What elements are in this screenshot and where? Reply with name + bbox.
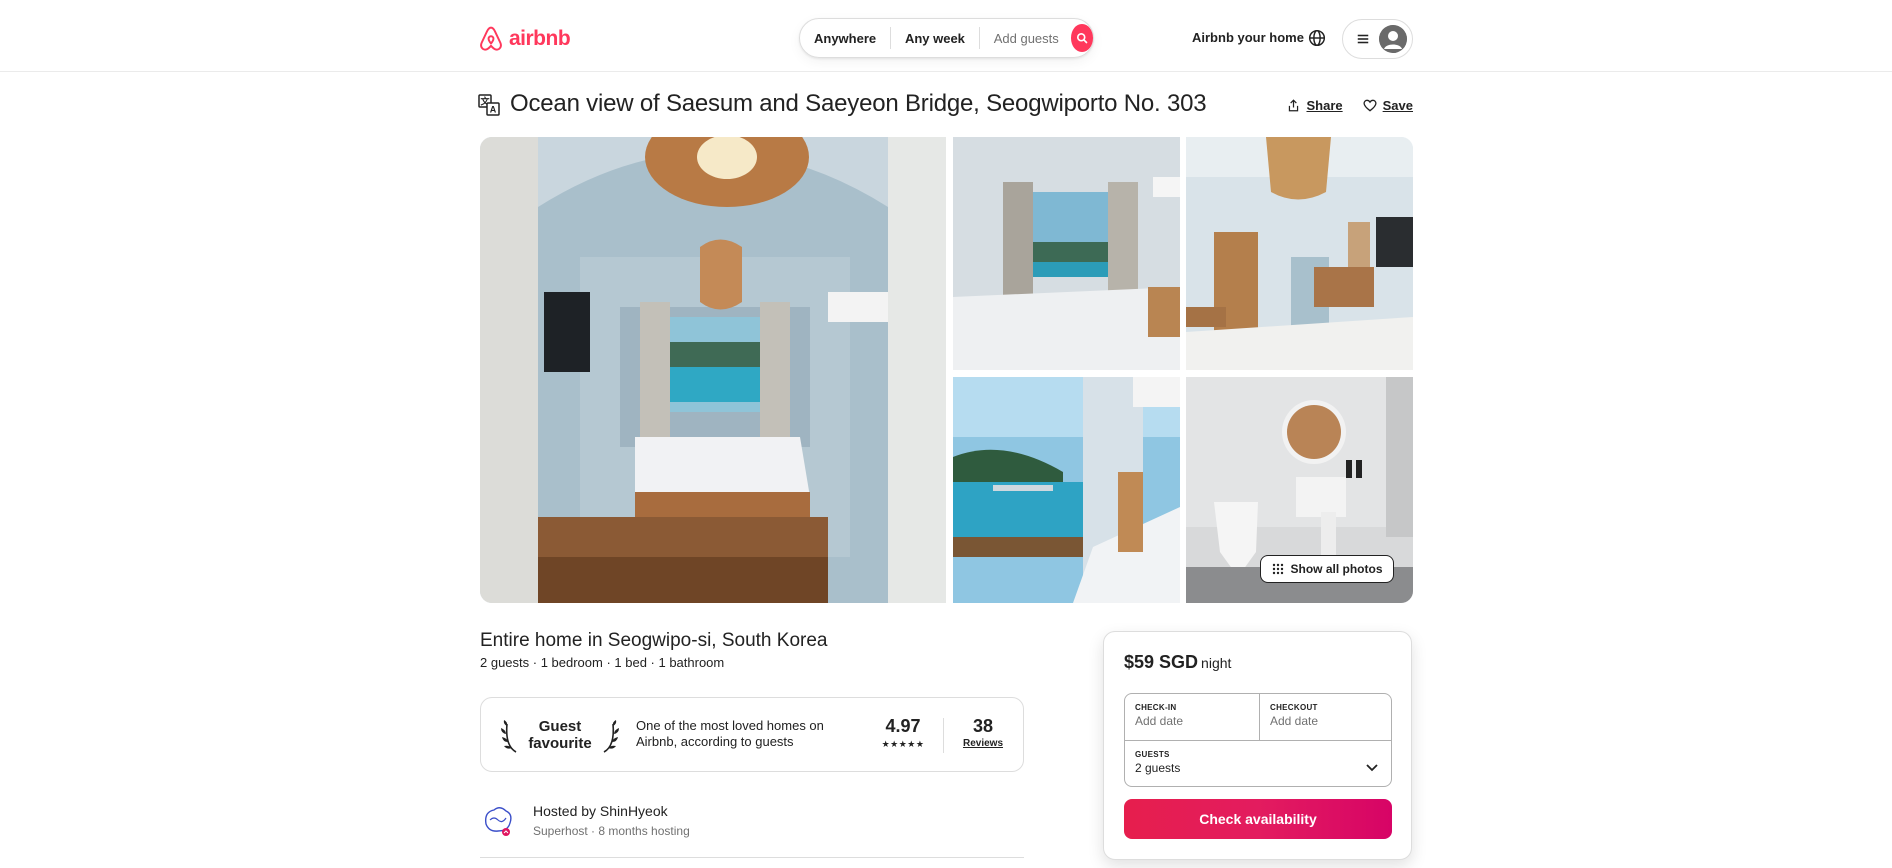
- checkin-value: Add date: [1135, 714, 1184, 728]
- rating-stars: ★★★★★: [881, 739, 925, 749]
- search-location[interactable]: Anywhere: [800, 31, 890, 46]
- save-button[interactable]: Save: [1363, 98, 1413, 113]
- host-avatar[interactable]: [480, 802, 516, 838]
- top-header: airbnb Anywhere Any week Add guests Airb…: [0, 0, 1892, 72]
- search-dates[interactable]: Any week: [891, 31, 979, 46]
- section-divider: [480, 857, 1024, 858]
- rating-block: 4.97 ★★★★★: [871, 716, 935, 750]
- photo-window-view[interactable]: [953, 137, 1180, 370]
- share-icon: [1289, 99, 1299, 112]
- ocean-photo-image: [953, 377, 1180, 603]
- laurel-left-icon: [501, 720, 517, 753]
- window-photo-image: [953, 137, 1180, 370]
- show-all-photos-label: Show all photos: [1290, 562, 1383, 576]
- checkin-label: CHECK-IN: [1135, 703, 1177, 712]
- globe-icon[interactable]: [1308, 29, 1326, 47]
- guests-label: GUESTS: [1135, 750, 1170, 759]
- page-title: Ocean view of Saesum and Saeyeon Bridge,…: [510, 90, 1207, 117]
- reviews-count: 38: [972, 716, 994, 736]
- chevron-down-icon: [1366, 764, 1378, 772]
- checkin-field[interactable]: CHECK-IN Add date: [1125, 694, 1259, 740]
- show-all-photos-button[interactable]: Show all photos: [1260, 555, 1394, 583]
- avatar: [1379, 25, 1407, 53]
- rating-divider: [943, 718, 944, 753]
- search-button[interactable]: [1070, 24, 1093, 52]
- guests-select[interactable]: GUESTS 2 guests: [1125, 741, 1391, 786]
- photo-room-lamp[interactable]: [1186, 137, 1413, 370]
- room-photo-image: [1186, 137, 1413, 370]
- search-bar[interactable]: Anywhere Any week Add guests: [799, 18, 1094, 58]
- user-menu-button[interactable]: [1342, 19, 1413, 59]
- reviews-block[interactable]: 38 Reviews: [953, 716, 1013, 749]
- heart-icon: [1363, 99, 1377, 112]
- photo-ocean-view[interactable]: [953, 377, 1180, 603]
- booking-card: $59 SGD night CHECK-IN Add date CHECKOUT …: [1103, 631, 1412, 860]
- guests-value: 2 guests: [1135, 761, 1181, 775]
- bedroom-photo-image: [480, 137, 946, 603]
- save-label: Save: [1382, 98, 1413, 113]
- airbnb-logo-icon: [480, 26, 502, 51]
- price-row: $59 SGD night: [1124, 652, 1231, 673]
- price-unit: night: [1201, 655, 1232, 671]
- share-button[interactable]: Share: [1287, 98, 1343, 113]
- checkout-value: Add date: [1270, 714, 1319, 728]
- hamburger-menu-icon: [1357, 34, 1369, 44]
- photo-gallery: [480, 137, 1413, 603]
- check-availability-button[interactable]: Check availability: [1124, 799, 1392, 839]
- nightly-price: $59 SGD: [1124, 652, 1199, 672]
- host-meta: Superhost · 8 months hosting: [533, 824, 690, 838]
- listing-details: 2 guests · 1 bedroom · 1 bed · 1 bathroo…: [480, 655, 725, 670]
- main-photo-bedroom[interactable]: [480, 137, 946, 603]
- grid-dots-icon: [1272, 563, 1283, 575]
- guest-favourite-card: Guest favourite One of the most loved ho…: [480, 697, 1024, 772]
- listing-actions: Share Save: [1287, 98, 1413, 113]
- translate-icon: 文 A: [478, 94, 500, 116]
- guest-favourite-description: One of the most loved homes on Airbnb, a…: [636, 718, 824, 749]
- laurel-right-icon: [603, 720, 619, 753]
- reviews-link[interactable]: Reviews: [953, 738, 1013, 749]
- share-label: Share: [1306, 98, 1343, 113]
- search-guests[interactable]: Add guests: [980, 31, 1069, 46]
- guest-favourite-badge: Guest favourite: [501, 716, 619, 756]
- brand-name: airbnb: [509, 27, 571, 50]
- search-icon: [1076, 32, 1088, 44]
- checkout-field[interactable]: CHECKOUT Add date: [1260, 694, 1391, 740]
- svg-text:A: A: [490, 105, 497, 115]
- rating-value: 4.97: [885, 716, 921, 736]
- host-name: Hosted by ShinHyeok: [533, 803, 668, 819]
- airbnb-logo[interactable]: airbnb: [478, 25, 571, 53]
- listing-title-row: 文 A Ocean view of Saesum and Saeyeon Bri…: [478, 90, 1413, 120]
- guest-favourite-label: Guest favourite: [528, 718, 592, 752]
- checkout-label: CHECKOUT: [1270, 703, 1318, 712]
- airbnb-your-home-link[interactable]: Airbnb your home: [1192, 30, 1304, 45]
- user-avatar-icon: [1379, 25, 1407, 53]
- date-guest-picker: CHECK-IN Add date CHECKOUT Add date GUES…: [1124, 693, 1392, 787]
- listing-subtitle: Entire home in Seogwipo-si, South Korea: [480, 630, 828, 651]
